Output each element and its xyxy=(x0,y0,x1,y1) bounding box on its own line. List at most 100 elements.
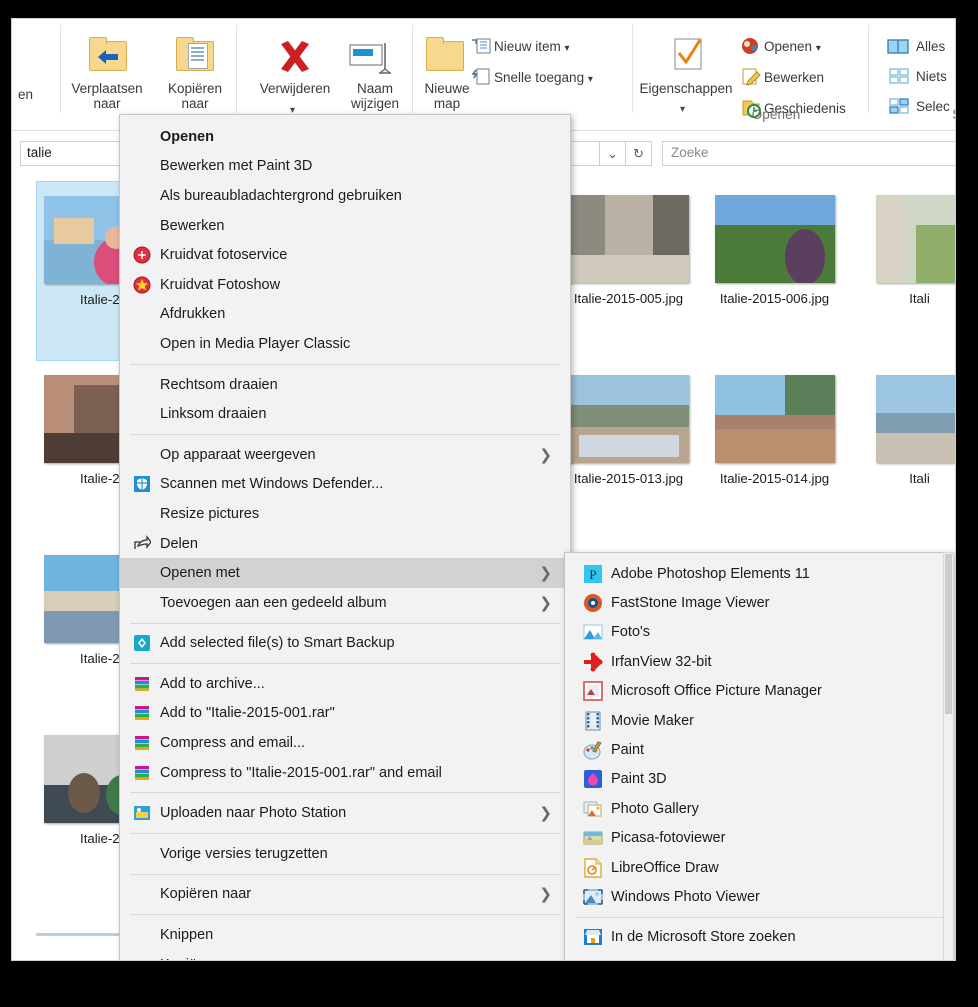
menu-item-toevoegen-gedeeld-album[interactable]: Toevoegen aan een gedeeld album ❯ xyxy=(120,588,570,618)
ribbon-button-new-item[interactable]: Nieuw item ▾ xyxy=(494,39,570,54)
submenu-item-paint-3d[interactable]: Paint 3D xyxy=(565,765,953,794)
delete-icon xyxy=(275,39,315,80)
file-tile[interactable]: Italie-2015-014.jpg xyxy=(707,361,842,541)
file-thumbnail xyxy=(568,195,689,283)
ribbon-button-move-to[interactable]: Verplaatsen naar xyxy=(64,81,150,111)
open-with-submenu[interactable]: P Adobe Photoshop Elements 11 FastStone … xyxy=(564,552,954,960)
submenu-item-irfanview-32-bit[interactable]: IrfanView 32-bit xyxy=(565,647,953,676)
windows-defender-icon xyxy=(133,475,151,493)
menu-item-label: Add to archive... xyxy=(160,675,265,692)
paint-icon xyxy=(583,740,603,760)
file-tile[interactable]: Itali xyxy=(852,361,955,541)
menu-item-label: Add to "Italie-2015-001.rar" xyxy=(160,705,335,722)
copy-to-line1: Kopiëren xyxy=(167,81,223,96)
menu-item-resize-pictures[interactable]: Resize pictures xyxy=(120,499,570,529)
submenu-item-microsoft-office-picture-manager[interactable]: Microsoft Office Picture Manager xyxy=(565,677,953,706)
menu-item-compress-and-email[interactable]: Compress and email... xyxy=(120,728,570,758)
submenu-item-adobe-photoshop-elements-11[interactable]: P Adobe Photoshop Elements 11 xyxy=(565,559,953,588)
ribbon-button-edit[interactable]: Bewerken xyxy=(764,70,824,85)
file-tile[interactable]: Italie-2015-005.jpg xyxy=(561,181,696,361)
ribbon-button-properties[interactable]: Eigenschappen xyxy=(626,81,746,96)
menu-item-compress-to-rar-and-email[interactable]: Compress to "Italie-2015-001.rar" and em… xyxy=(120,758,570,788)
file-tile[interactable]: Itali xyxy=(852,181,955,361)
new-item-caret-icon[interactable]: ▾ xyxy=(565,43,570,54)
open-caret-icon[interactable]: ▾ xyxy=(816,43,821,54)
submenu-item-libreoffice-draw[interactable]: LibreOffice Draw xyxy=(565,853,953,882)
menu-item-label: Compress to "Italie-2015-001.rar" and em… xyxy=(160,764,442,781)
edit-pencil-icon xyxy=(741,67,761,92)
menu-item-openen-met[interactable]: Openen met ❯ xyxy=(120,558,570,588)
submenu-item-windows-photo-viewer[interactable]: Windows Photo Viewer xyxy=(565,882,953,911)
menu-item-op-apparaat-weergeven[interactable]: Op apparaat weergeven ❯ xyxy=(120,440,570,470)
movie-maker-icon xyxy=(583,711,603,731)
menu-item-kopieren[interactable]: Kopiëren xyxy=(120,950,570,960)
submenu-item-label: Picasa-fotoviewer xyxy=(611,830,726,847)
submenu-scrollbar-thumb[interactable] xyxy=(945,554,952,714)
submenu-scrollbar-track[interactable] xyxy=(943,552,954,960)
file-tile[interactable]: Italie-2015-006.jpg xyxy=(707,181,842,361)
submenu-item-label: FastStone Image Viewer xyxy=(611,595,770,612)
menu-item-vorige-versies-terugzetten[interactable]: Vorige versies terugzetten xyxy=(120,839,570,869)
menu-separator xyxy=(130,914,560,916)
submenu-item-kies-een-andere-app[interactable]: Kies een andere app xyxy=(565,952,953,960)
menu-item-bewerken[interactable]: Bewerken xyxy=(120,211,570,241)
submenu-item-picasa-fotoviewer[interactable]: Picasa-fotoviewer xyxy=(565,824,953,853)
menu-item-openen[interactable]: Openen xyxy=(120,122,570,152)
libreoffice-draw-icon xyxy=(583,857,603,878)
submenu-item-microsoft-store-zoeken[interactable]: In de Microsoft Store zoeken xyxy=(565,923,953,952)
menu-item-label: Scannen met Windows Defender... xyxy=(160,476,384,493)
ribbon-group-label-select: Sel xyxy=(892,107,955,122)
winrar-icon xyxy=(133,704,151,722)
submenu-item-label: Microsoft Office Picture Manager xyxy=(611,683,822,700)
new-item-icon xyxy=(472,37,492,60)
menu-separator xyxy=(130,873,560,875)
submenu-item-paint[interactable]: Paint xyxy=(565,735,953,764)
copy-to-icon xyxy=(176,37,214,71)
properties-caret-icon[interactable]: ▾ xyxy=(680,104,685,115)
quick-access-icon xyxy=(471,67,492,92)
menu-item-media-player-classic[interactable]: Open in Media Player Classic xyxy=(120,329,570,359)
menu-item-scannen-windows-defender[interactable]: Scannen met Windows Defender... xyxy=(120,470,570,500)
menu-item-uploaden-photo-station[interactable]: Uploaden naar Photo Station ❯ xyxy=(120,798,570,828)
menu-item-add-to-rar[interactable]: Add to "Italie-2015-001.rar" xyxy=(120,699,570,729)
menu-item-add-to-archive[interactable]: Add to archive... xyxy=(120,669,570,699)
kruidvat-fotoshow-icon xyxy=(133,276,151,294)
submenu-item-photo-gallery[interactable]: Photo Gallery xyxy=(565,794,953,823)
menu-item-label: Vorige versies terugzetten xyxy=(160,845,328,862)
menu-item-bureaubladachtergrond[interactable]: Als bureaubladachtergrond gebruiken xyxy=(120,181,570,211)
menu-item-delen[interactable]: Delen xyxy=(120,529,570,559)
smart-backup-icon xyxy=(133,634,151,652)
search-input[interactable]: Zoeke xyxy=(662,141,955,166)
address-bar-dropdown-icon[interactable]: ⌄ xyxy=(600,141,626,166)
submenu-item-movie-maker[interactable]: Movie Maker xyxy=(565,706,953,735)
menu-item-afdrukken[interactable]: Afdrukken xyxy=(120,300,570,330)
ribbon-button-select-none[interactable]: Niets xyxy=(916,69,947,84)
refresh-icon[interactable]: ↻ xyxy=(626,141,652,166)
move-to-line2: naar xyxy=(93,96,121,111)
ribbon-button-copy-to[interactable]: Kopiëren naar xyxy=(152,81,238,111)
ribbon-button-quick-access[interactable]: Snelle toegang ▾ xyxy=(494,70,593,85)
menu-item-linksom-draaien[interactable]: Linksom draaien xyxy=(120,399,570,429)
context-menu[interactable]: Openen Bewerken met Paint 3D Als bureaub… xyxy=(119,114,571,960)
menu-item-kruidvat-fotoshow[interactable]: Kruidvat Fotoshow xyxy=(120,270,570,300)
menu-item-label: Compress and email... xyxy=(160,735,306,752)
menu-separator xyxy=(130,433,560,435)
submenu-item-fotos[interactable]: Foto's xyxy=(565,618,953,647)
menu-separator xyxy=(130,363,560,365)
menu-item-kruidvat-fotoservice[interactable]: Kruidvat fotoservice xyxy=(120,240,570,270)
new-folder-icon xyxy=(426,37,464,71)
menu-item-rechtsom-draaien[interactable]: Rechtsom draaien xyxy=(120,370,570,400)
menu-item-bewerken-paint3d[interactable]: Bewerken met Paint 3D xyxy=(120,152,570,182)
move-to-icon xyxy=(89,37,127,71)
menu-item-smart-backup[interactable]: Add selected file(s) to Smart Backup xyxy=(120,629,570,659)
ribbon-button-select-all[interactable]: Alles xyxy=(916,39,945,54)
menu-item-label: Resize pictures xyxy=(160,505,260,522)
quick-access-caret-icon[interactable]: ▾ xyxy=(588,74,593,85)
submenu-item-label: In de Microsoft Store zoeken xyxy=(611,929,796,946)
menu-item-kopieren-naar[interactable]: Kopiëren naar ❯ xyxy=(120,880,570,910)
ribbon-button-open[interactable]: Openen ▾ xyxy=(764,39,821,54)
file-tile[interactable]: Italie-2015-013.jpg xyxy=(561,361,696,541)
menu-item-knippen[interactable]: Knippen xyxy=(120,920,570,950)
submenu-item-faststone-image-viewer[interactable]: FastStone Image Viewer xyxy=(565,588,953,617)
kruidvat-fotoservice-icon xyxy=(133,246,151,264)
